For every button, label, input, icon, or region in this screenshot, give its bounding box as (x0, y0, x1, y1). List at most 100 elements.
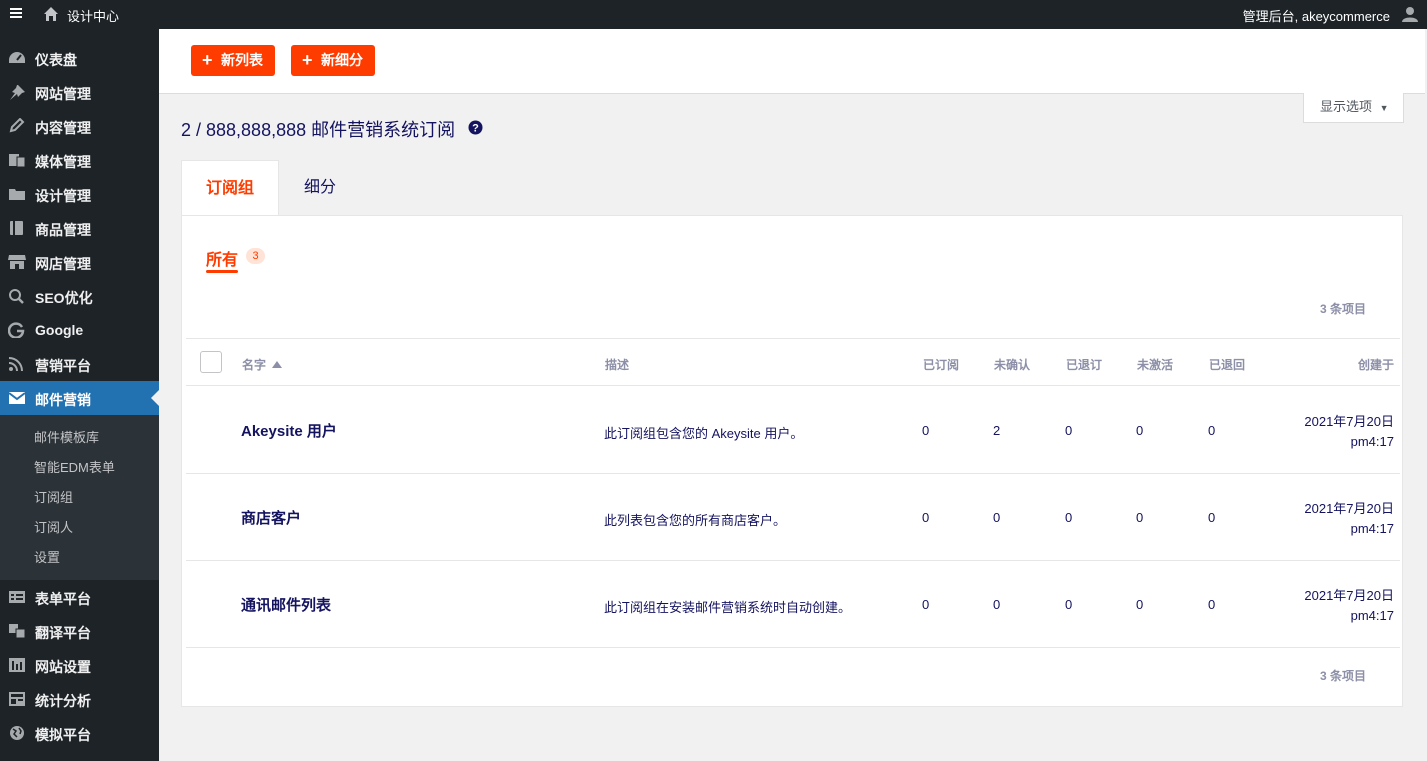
column-header-name[interactable]: 名字 (242, 356, 283, 373)
search-icon (9, 289, 24, 304)
column-header-unconfirmed[interactable]: 未确认 (994, 356, 1030, 373)
sidebar-item-label: 表单平台 (35, 591, 91, 607)
sidebar-item-site-management[interactable]: 网站管理 (0, 75, 159, 109)
sidebar-item-label: 网站设置 (35, 659, 91, 675)
column-header-inactive[interactable]: 未激活 (1137, 356, 1173, 373)
book-icon (10, 221, 23, 235)
column-header-bounced[interactable]: 已退回 (1209, 356, 1245, 373)
unsubscribed-count: 0 (1065, 597, 1073, 612)
submenu-item-email-templates[interactable]: 邮件模板库 (34, 427, 99, 446)
column-header-subscribed[interactable]: 已订阅 (923, 356, 959, 373)
sidebar-item-label: 设计管理 (35, 188, 91, 204)
store-icon (8, 255, 26, 269)
sidebar-item-label: 媒体管理 (35, 154, 91, 170)
dashboard-icon (9, 52, 25, 63)
list-name-link[interactable]: 商店客户 (241, 507, 301, 528)
column-header-name-label: 名字 (242, 358, 267, 372)
table-row: 通讯邮件列表 此订阅组在安装邮件营销系统时自动创建。 0 0 0 0 0 202… (186, 561, 1400, 648)
unconfirmed-count: 0 (993, 597, 1001, 612)
sidebar-item-design-management[interactable]: 设计管理 (0, 177, 159, 211)
sidebar-item-media-management[interactable]: 媒体管理 (0, 143, 159, 177)
form-icon (9, 591, 25, 603)
subscribed-count: 0 (922, 510, 930, 525)
screen-options-button[interactable]: 显示选项 ▼ (1303, 93, 1404, 123)
new-segment-button[interactable]: + 新细分 (291, 45, 375, 76)
sidebar-item-label: 网店管理 (35, 256, 91, 272)
sidebar-item-label: 邮件营销 (35, 392, 91, 408)
created-date-day: 2021年7月20日 (1304, 501, 1394, 516)
bounced-count: 0 (1208, 597, 1216, 612)
sidebar-item-site-settings[interactable]: 网站设置 (0, 648, 159, 682)
submenu-item-lists[interactable]: 订阅组 (34, 487, 73, 506)
sidebar-item-form-platform[interactable]: 表单平台 (0, 580, 159, 614)
subscribed-count: 0 (922, 423, 930, 438)
list-description: 此列表包含您的所有商店客户。 (604, 513, 787, 528)
select-all-checkbox[interactable] (200, 351, 222, 373)
created-date: 2021年7月20日 pm4:17 (1304, 499, 1394, 539)
home-icon[interactable] (43, 6, 59, 22)
sidebar-item-label: 商品管理 (35, 222, 91, 238)
bounced-count: 0 (1208, 510, 1216, 525)
sidebar-item-label: 内容管理 (35, 120, 91, 136)
account-link[interactable]: 管理后台, akeycommerce (1243, 6, 1390, 25)
rss-icon (8, 357, 23, 372)
created-date-day: 2021年7月20日 (1304, 414, 1394, 429)
submenu-item-settings[interactable]: 设置 (34, 547, 60, 566)
help-icon[interactable]: ? (468, 120, 483, 135)
sidebar-item-label: 仪表盘 (35, 52, 77, 68)
svg-text:?: ? (472, 123, 479, 135)
unconfirmed-count: 2 (993, 423, 1001, 438)
sidebar-item-analytics[interactable]: 统计分析 (0, 682, 159, 716)
site-name-link[interactable]: 设计中心 (67, 6, 119, 25)
submenu-item-subscribers[interactable]: 订阅人 (34, 517, 73, 536)
table-row: Akeysite 用户 此订阅组包含您的 Akeysite 用户。 0 2 0 … (186, 387, 1400, 474)
translate-icon (9, 624, 26, 639)
sidebar-item-label: 网站管理 (35, 86, 91, 102)
items-count-bottom: 3 条项目 (1319, 669, 1366, 683)
list-description: 此订阅组包含您的 Akeysite 用户。 (604, 426, 804, 441)
inactive-count: 0 (1136, 597, 1144, 612)
created-date: 2021年7月20日 pm4:17 (1304, 586, 1394, 626)
table-header: 名字 描述 已订阅 未确认 已退订 未激活 已退回 创建于 (186, 338, 1400, 386)
media-icon (9, 154, 26, 168)
filter-all-link[interactable]: 所有 (206, 246, 238, 270)
tab-lists[interactable]: 订阅组 (181, 160, 279, 216)
sidebar-item-marketing-platform[interactable]: 营销平台 (0, 347, 159, 381)
list-name-link[interactable]: 通讯邮件列表 (241, 594, 331, 615)
sidebar-item-email-marketing[interactable]: 邮件营销 (0, 381, 159, 415)
lists-panel: 所有 3 3 条项目 名字 描述 已订阅 未确认 已退订 未激活 已退回 创建于… (181, 215, 1403, 707)
items-count-top: 3 条项目 (1319, 302, 1366, 316)
sidebar-item-simulation-platform[interactable]: 模拟平台 (0, 716, 159, 750)
sidebar-item-translation-platform[interactable]: 翻译平台 (0, 614, 159, 648)
sidebar-item-label: Google (35, 322, 84, 338)
admin-bar: 设计中心 管理后台, akeycommerce (0, 0, 1427, 29)
sidebar-item-store-management[interactable]: 网店管理 (0, 245, 159, 279)
new-segment-label: 新细分 (321, 52, 363, 68)
sidebar-item-product-management[interactable]: 商品管理 (0, 211, 159, 245)
sidebar-item-dashboard[interactable]: 仪表盘 (0, 41, 159, 75)
created-date-time: pm4:17 (1350, 608, 1394, 623)
new-list-label: 新列表 (221, 52, 263, 68)
sidebar-item-label: 统计分析 (35, 693, 91, 709)
new-list-button[interactable]: + 新列表 (191, 45, 275, 76)
column-header-created[interactable]: 创建于 (1358, 356, 1394, 373)
subscribed-count: 0 (922, 597, 930, 612)
menu-toggle-icon[interactable] (10, 8, 22, 20)
column-header-unsubscribed[interactable]: 已退订 (1066, 356, 1102, 373)
sidebar-item-seo[interactable]: SEO优化 (0, 279, 159, 313)
column-header-description: 描述 (605, 358, 630, 372)
action-toolbar: + 新列表 + 新细分 (159, 29, 1425, 94)
unsubscribed-count: 0 (1065, 510, 1073, 525)
tab-segments[interactable]: 细分 (279, 160, 361, 216)
filter-count-badge: 3 (246, 248, 265, 264)
list-name-link[interactable]: Akeysite 用户 (241, 420, 337, 441)
unsubscribed-count: 0 (1065, 423, 1073, 438)
sidebar-item-content-management[interactable]: 内容管理 (0, 109, 159, 143)
submenu-item-edm-forms[interactable]: 智能EDM表单 (34, 457, 115, 476)
table-row: 商店客户 此列表包含您的所有商店客户。 0 0 0 0 0 2021年7月20日… (186, 474, 1400, 561)
filter-active-indicator (206, 270, 238, 273)
google-icon (8, 322, 25, 338)
sidebar-item-google[interactable]: Google (0, 313, 159, 347)
created-date: 2021年7月20日 pm4:17 (1304, 412, 1394, 452)
user-avatar-icon[interactable] (1401, 5, 1419, 23)
